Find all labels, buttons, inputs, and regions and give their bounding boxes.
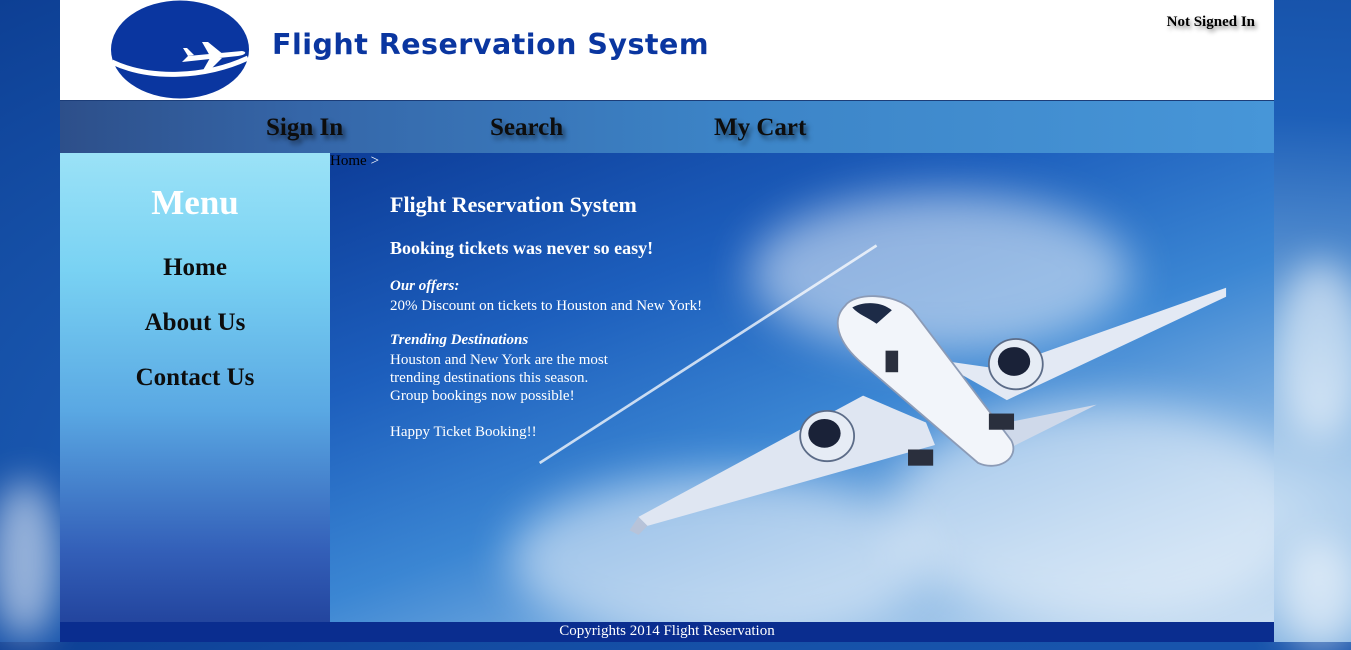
footer: Copyrights 2014 Flight Reservation: [60, 622, 1274, 642]
background-cloud: [1280, 540, 1351, 650]
sign-in-status: Not Signed In: [1166, 14, 1255, 30]
header: Flight Reservation System Not Signed In: [60, 0, 1274, 100]
nav-sign-in-link[interactable]: Sign In: [266, 114, 343, 142]
copyright-text: Copyrights 2014 Flight Reservation: [559, 623, 775, 639]
nav-my-cart-link[interactable]: My Cart: [714, 114, 806, 142]
sidebar-menu: Menu Home About Us Contact Us: [60, 153, 330, 622]
sidebar-item-contact-us[interactable]: Contact Us: [60, 364, 330, 392]
airplane-image: [538, 244, 1227, 535]
sidebar-item-about-us[interactable]: About Us: [60, 309, 330, 337]
background-cloud: [0, 480, 60, 640]
page-container: Flight Reservation System Not Signed In …: [60, 0, 1274, 642]
airplane-logo-icon[interactable]: [110, 0, 250, 99]
sidebar-item-home[interactable]: Home: [60, 254, 330, 282]
nav-search-link[interactable]: Search: [490, 114, 563, 142]
menu-title: Menu: [151, 183, 239, 222]
top-navigation: Sign In Search My Cart: [60, 100, 1274, 155]
site-title: Flight Reservation System: [272, 28, 710, 61]
background-cloud: [1275, 260, 1351, 440]
